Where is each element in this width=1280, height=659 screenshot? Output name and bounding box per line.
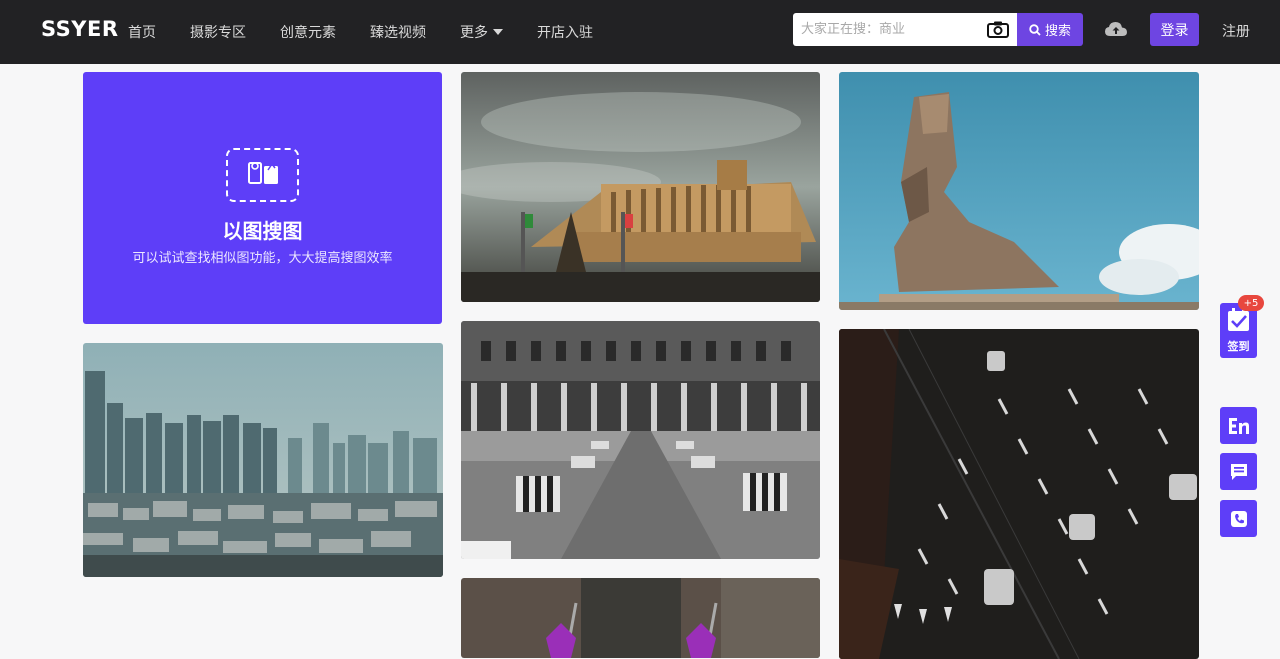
promo-title: 以图搜图 — [222, 219, 303, 243]
nav-open-store-label: 开店入驻 — [537, 25, 593, 41]
search-button[interactable]: 搜索 — [1017, 13, 1083, 46]
nav-videos-label: 臻选视频 — [370, 25, 426, 41]
search-button-label: 搜索 — [1044, 24, 1071, 39]
nav-home-label: 首页 — [128, 25, 156, 41]
image-search-promo-card[interactable]: 以图搜图 可以试试查找相似图功能，大大提高搜图效率 — [83, 72, 442, 324]
en-icon — [1228, 417, 1249, 434]
signin-reward-badge: +5 — [1238, 295, 1264, 311]
nav-open-store[interactable]: 开店入驻 — [537, 22, 593, 42]
photo-sphinx-statue[interactable] — [839, 72, 1199, 310]
nav-more-label: 更多 — [460, 25, 488, 41]
search-input[interactable] — [793, 13, 978, 46]
chevron-down-icon — [493, 29, 503, 35]
feedback-chat-button[interactable] — [1220, 453, 1257, 490]
login-button[interactable]: 登录 — [1150, 13, 1199, 46]
photo-columns-courtyard[interactable] — [461, 321, 820, 559]
promo-subtitle: 可以试试查找相似图功能，大大提高搜图效率 — [132, 251, 393, 266]
nav-creative-elements[interactable]: 创意元素 — [280, 22, 336, 42]
contact-phone-button[interactable] — [1220, 500, 1257, 537]
top-navbar: SSYER 首页 摄影专区 创意元素 臻选视频 更多 开店入驻 搜索 登录 注册 — [0, 0, 1280, 64]
nav-home[interactable]: 首页 — [128, 22, 156, 42]
nav-videos[interactable]: 臻选视频 — [370, 22, 426, 42]
image-search-icon — [226, 148, 299, 202]
nav-photography-label: 摄影专区 — [190, 25, 246, 41]
nav-creative-label: 创意元素 — [280, 25, 336, 41]
photo-city-skyline[interactable] — [83, 343, 443, 577]
search-box — [793, 13, 1017, 46]
photo-purple-ornaments[interactable] — [461, 578, 820, 658]
search-icon — [1029, 23, 1041, 36]
camera-icon[interactable] — [987, 21, 1009, 38]
photo-highway-aerial[interactable] — [839, 329, 1199, 659]
photo-rome-monument[interactable] — [461, 72, 820, 302]
language-english-button[interactable] — [1220, 407, 1257, 444]
signin-label: 签到 — [1227, 340, 1250, 353]
nav-photography[interactable]: 摄影专区 — [190, 22, 246, 42]
cloud-upload-icon[interactable] — [1104, 19, 1128, 39]
phone-icon — [1230, 510, 1247, 527]
main-nav: 首页 摄影专区 创意元素 臻选视频 更多 开店入驻 — [128, 0, 627, 64]
daily-signin-button[interactable]: 签到 — [1220, 303, 1257, 358]
chat-icon — [1230, 463, 1247, 480]
logo[interactable]: SSYER — [41, 17, 119, 41]
register-link[interactable]: 注册 — [1222, 21, 1250, 41]
nav-more-dropdown[interactable]: 更多 — [460, 22, 503, 42]
